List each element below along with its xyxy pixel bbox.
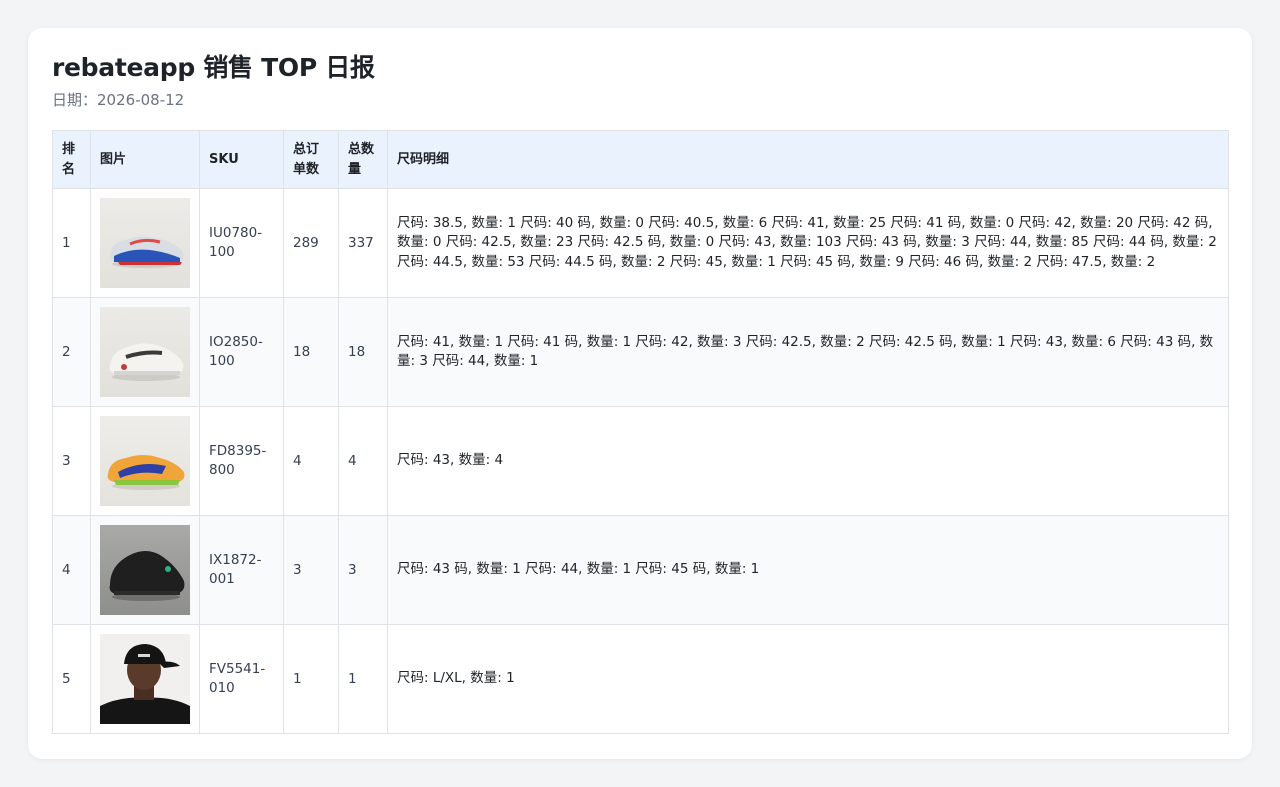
orange-track-spike-icon [100,416,190,506]
sizes-cell: 尺码: L/XL, 数量: 1 [387,624,1229,734]
quantity-cell: 4 [338,406,388,516]
sku-cell: FV5541-010 [199,624,284,734]
black-cap-icon [100,634,190,724]
rank-cell: 2 [52,297,91,407]
sizes-cell: 尺码: 43 码, 数量: 1 尺码: 44, 数量: 1 尺码: 45 码, … [387,515,1229,625]
image-cell [90,297,200,407]
date-value: 2026-08-12 [97,91,185,109]
quantity-cell: 3 [338,515,388,625]
header-image: 图片 [90,130,200,189]
table-header-row: 排名 图片 SKU 总订单数 总数量 尺码明细 [52,130,1229,189]
rank-cell: 3 [52,406,91,516]
header-sizes: 尺码明细 [387,130,1229,189]
image-cell [90,188,200,298]
product-image [100,307,190,397]
header-orders: 总订单数 [283,130,339,189]
orders-cell: 4 [283,406,339,516]
table-row: 4 IX1872-001 3 3 尺码: 43 码, 数量: 1 尺码: 44,… [52,515,1229,625]
header-quantity: 总数量 [338,130,388,189]
table-row: 2 IO2850-100 18 18 尺码: 41, 数量: 1 尺码: 41 … [52,297,1229,407]
image-cell [90,406,200,516]
image-cell [90,515,200,625]
page-title: rebateapp 销售 TOP 日报 [52,53,375,82]
rank-cell: 1 [52,188,91,298]
orders-cell: 3 [283,515,339,625]
quantity-cell: 1 [338,624,388,734]
sizes-cell: 尺码: 41, 数量: 1 尺码: 41 码, 数量: 1 尺码: 42, 数量… [387,297,1229,407]
rank-cell: 5 [52,624,91,734]
sku-cell: IX1872-001 [199,515,284,625]
sizes-cell: 尺码: 43, 数量: 4 [387,406,1229,516]
report-card: rebateapp 销售 TOP 日报 日期：2026-08-12 排名 图片 … [28,28,1252,759]
orders-cell: 18 [283,297,339,407]
black-basketball-shoe-icon [100,525,190,615]
orders-cell: 1 [283,624,339,734]
header-rank: 排名 [52,130,91,189]
product-image [100,525,190,615]
sku-cell: IU0780-100 [199,188,284,298]
table-row: 5 FV5541-010 1 1 尺码: L/XL, 数量: 1 [52,624,1229,734]
white-blue-running-shoe-icon [100,198,190,288]
report-date: 日期：2026-08-12 [52,90,1228,110]
sizes-cell: 尺码: 38.5, 数量: 1 尺码: 40 码, 数量: 0 尺码: 40.5… [387,188,1229,298]
product-image [100,416,190,506]
sku-cell: FD8395-800 [199,406,284,516]
image-cell [90,624,200,734]
quantity-cell: 337 [338,188,388,298]
white-low-sneaker-icon [100,307,190,397]
orders-cell: 289 [283,188,339,298]
sales-table: 排名 图片 SKU 总订单数 总数量 尺码明细 1 IU0780-100 289… [52,130,1229,734]
header-sku: SKU [199,130,284,189]
table-row: 3 FD8395-800 4 4 尺码: 43, 数量: 4 [52,406,1229,516]
date-label: 日期： [52,91,98,109]
product-image [100,634,190,724]
quantity-cell: 18 [338,297,388,407]
rank-cell: 4 [52,515,91,625]
table-row: 1 IU0780-100 289 337 尺码: 38.5, 数量: 1 尺码:… [52,188,1229,298]
sku-cell: IO2850-100 [199,297,284,407]
product-image [100,198,190,288]
